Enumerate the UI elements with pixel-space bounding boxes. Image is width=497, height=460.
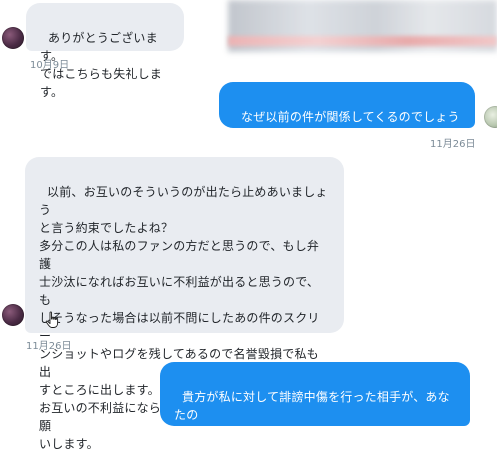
redacted-header-highlight (228, 36, 497, 46)
message-bubble-incoming[interactable]: ありがとうございます。 ではこちらも失礼します。 (26, 3, 184, 99)
message-text: なぜ以前の件が関係してくるのでしょうか。 理由をお聞きしたいです。 (233, 110, 460, 160)
sender-avatar[interactable] (2, 27, 24, 49)
self-avatar[interactable] (484, 106, 497, 128)
hand-pointer-cursor-icon (45, 311, 59, 328)
sender-avatar[interactable] (2, 304, 24, 326)
message-timestamp: 11月26日 (430, 139, 476, 150)
message-timestamp: 11月26日 (26, 341, 72, 352)
message-bubble-outgoing[interactable]: 貴方が私に対して誹謗中傷を行った相手が、あなたの ファンであろうがなかろうが関係… (160, 362, 470, 458)
message-text: 貴方が私に対して誹謗中傷を行った相手が、あなたの ファンであろうがなかろうが関係… (174, 390, 455, 458)
message-timestamp: 10月9日 (30, 60, 70, 71)
message-bubble-incoming[interactable]: 以前、お互いのそういうのが出たら止めあいましょう と言う約束でしたよね？ 多分こ… (25, 157, 344, 451)
message-bubble-outgoing[interactable]: なぜ以前の件が関係してくるのでしょうか。 理由をお聞きしたいです。 (219, 82, 475, 160)
